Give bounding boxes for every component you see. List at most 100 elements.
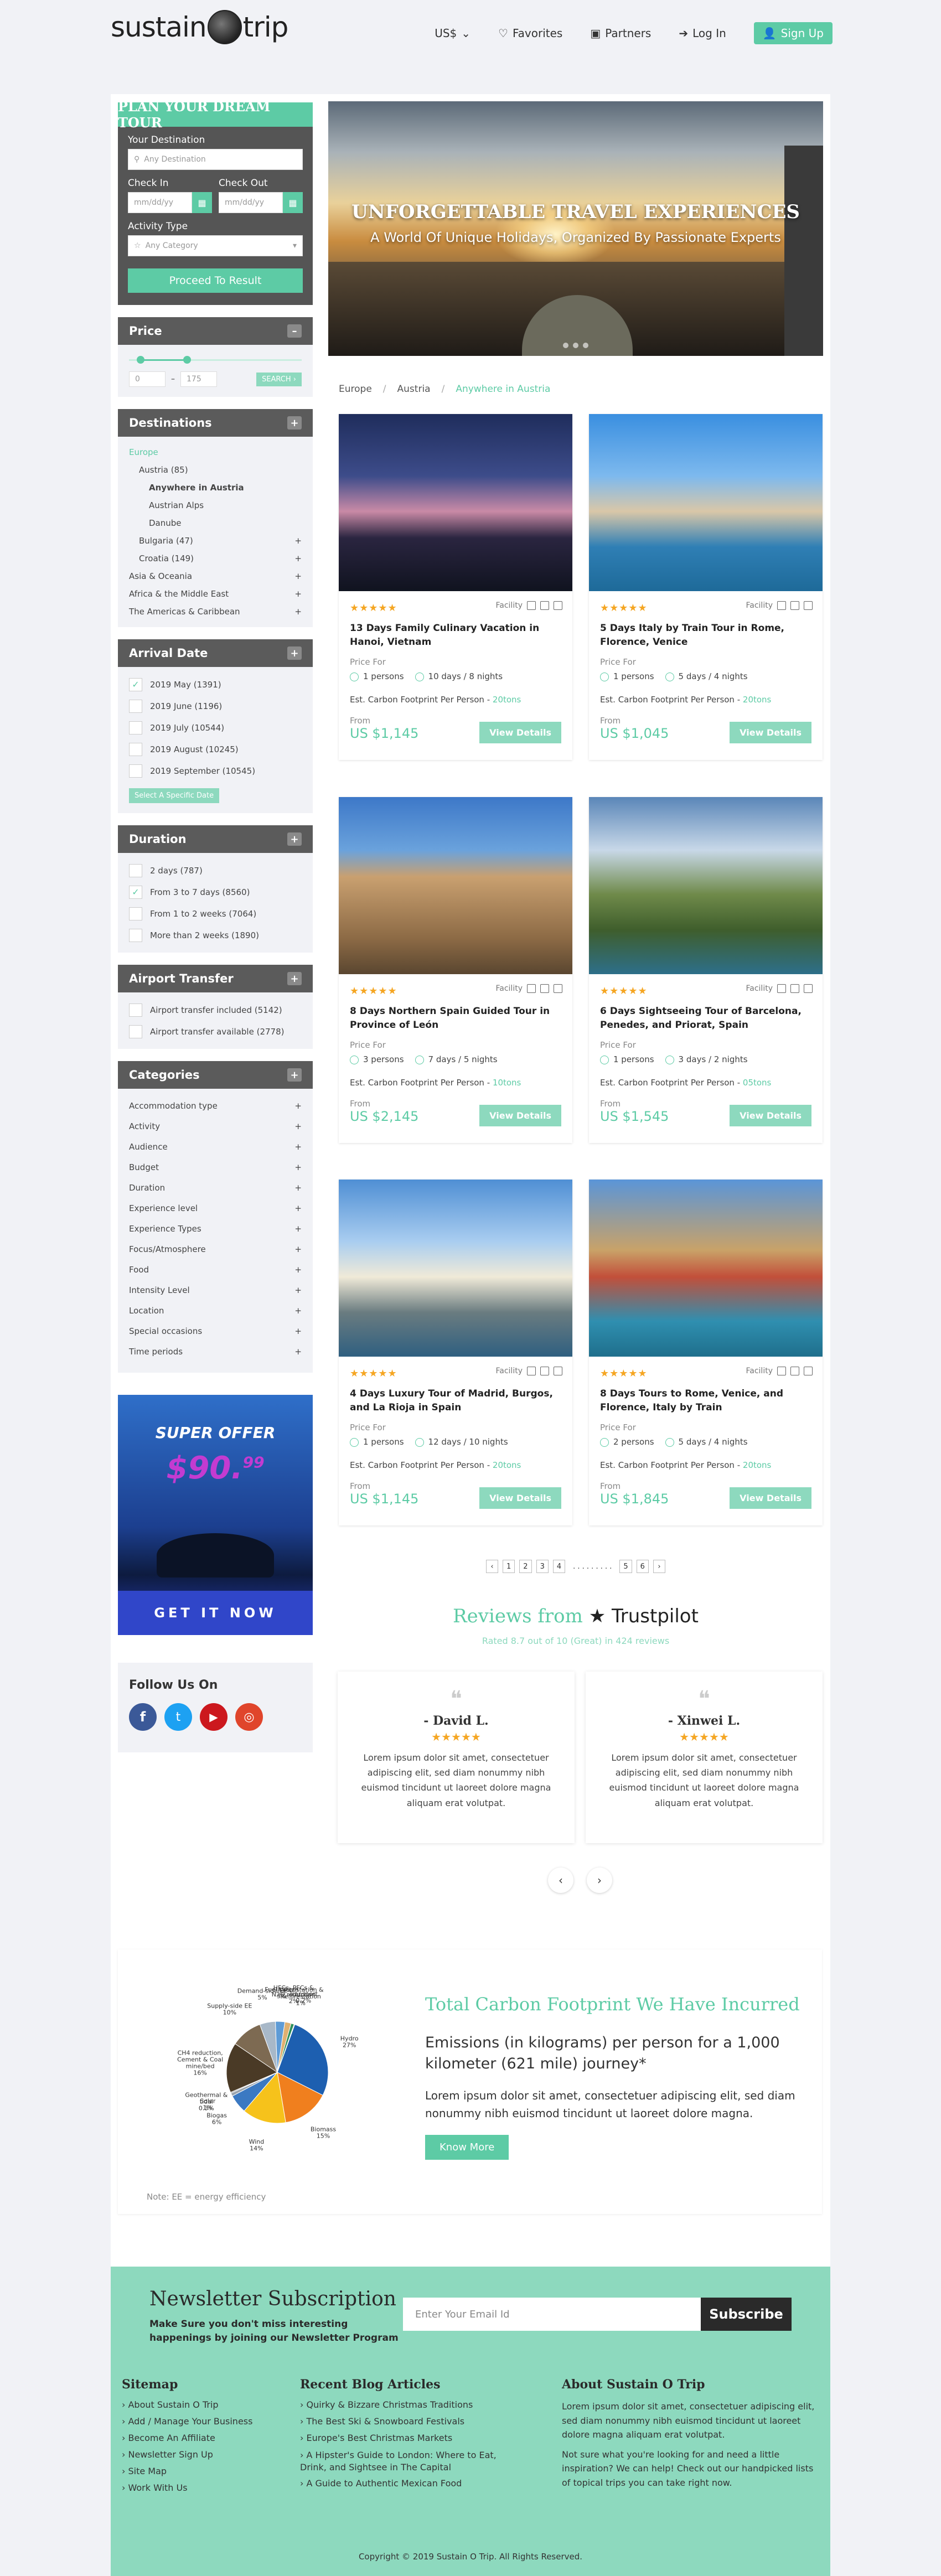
checkbox-item[interactable]: More than 2 weeks (1890) [129,924,302,946]
checkbox-item[interactable]: Airport transfer available (2778) [129,1021,302,1042]
tour-title[interactable]: 6 Days Sightseeing Tour of Barcelona, Pe… [600,1005,811,1033]
category-item[interactable]: Audience + [129,1136,302,1157]
expand-icon[interactable]: + [287,832,302,846]
tour-card[interactable]: Facility ★★★★★ 8 Days Northern Spain Guide… [339,797,572,1143]
checkout-input[interactable]: mm/dd/yy [219,192,283,213]
category-item[interactable]: Intensity Level + [129,1280,302,1300]
know-more-button[interactable]: Know More [425,2135,509,2160]
page-link[interactable]: › [653,1560,665,1573]
review-prev-button[interactable]: ‹ [548,1868,573,1893]
plus-icon[interactable]: + [294,1203,302,1213]
category-item[interactable]: Duration + [129,1177,302,1198]
checkbox[interactable] [129,1003,142,1017]
expand-icon[interactable]: + [287,1068,302,1082]
view-details-button[interactable]: View Details [730,722,811,743]
sitemap-link[interactable]: Site Map [122,2466,288,2482]
tour-card[interactable]: Facility ★★★★★ 4 Days Luxury Tour of Madri… [339,1180,572,1525]
tour-image[interactable] [339,797,572,974]
activity-select[interactable]: ☆ Any Category ▾ [128,235,303,256]
category-item[interactable]: Location + [129,1300,302,1321]
destination-item[interactable]: Europe [129,443,302,461]
youtube-icon[interactable]: ▶ [200,1703,228,1731]
category-item[interactable]: Special occasions + [129,1321,302,1341]
price-min-input[interactable]: 0 [129,371,166,387]
category-item[interactable]: Accommodation type + [129,1095,302,1116]
price-search-button[interactable]: SEARCH › [256,372,302,386]
super-offer-banner[interactable]: SUPER OFFER $90.99 GET IT NOW [118,1395,313,1635]
plus-icon[interactable]: + [294,536,302,546]
view-details-button[interactable]: View Details [730,1105,811,1126]
destination-item[interactable]: Anywhere in Austria [129,479,302,496]
destination-input[interactable]: ⚲ Any Destination [128,149,303,170]
checkbox-item[interactable]: ✓ From 3 to 7 days (8560) [129,881,302,903]
collapse-icon[interactable]: – [287,324,302,338]
plus-icon[interactable]: + [294,589,302,599]
checkbox-item[interactable]: ✓ 2019 May (1391) [129,674,302,695]
signup-button[interactable]: 👤 Sign Up [753,22,833,44]
favorites-link[interactable]: ♡ Favorites [498,27,562,40]
checkbox[interactable] [129,764,142,778]
destination-item[interactable]: Croatia (149) + [129,550,302,567]
page-link[interactable]: 1 [503,1560,515,1573]
plus-icon[interactable]: + [294,607,302,617]
plus-icon[interactable]: + [294,1326,302,1336]
checkbox[interactable] [129,699,142,713]
page-link[interactable]: 3 [536,1560,549,1573]
offer-cta[interactable]: GET IT NOW [118,1591,313,1635]
destination-item[interactable]: Danube [129,514,302,532]
plus-icon[interactable]: + [294,1142,302,1152]
blog-link[interactable]: The Best Ski & Snowboard Festivals [300,2416,521,2433]
view-details-button[interactable]: View Details [730,1487,811,1509]
logo[interactable]: sustain trip [111,9,288,61]
page-link[interactable]: 4 [552,1560,566,1573]
calendar-icon[interactable]: ▦ [192,192,212,213]
destination-item[interactable]: Africa & the Middle East + [129,585,302,603]
carousel-dot[interactable] [563,343,568,348]
plus-icon[interactable]: + [294,1265,302,1275]
calendar-icon[interactable]: ▦ [283,192,303,213]
checkbox[interactable]: ✓ [129,677,142,691]
checkbox[interactable]: ✓ [129,885,142,899]
checkbox-item[interactable]: From 1 to 2 weeks (7064) [129,903,302,924]
tour-title[interactable]: 8 Days Tours to Rome, Venice, and Floren… [600,1387,811,1416]
checkbox-item[interactable]: 2019 August (10245) [129,738,302,760]
checkbox-item[interactable]: 2019 July (10544) [129,717,302,738]
checkbox[interactable] [129,742,142,756]
destination-item[interactable]: Bulgaria (47) + [129,532,302,550]
subscribe-button[interactable]: Subscribe [701,2298,792,2331]
expand-icon[interactable]: + [287,416,302,430]
facebook-icon[interactable]: f [129,1703,157,1731]
page-link[interactable]: ‹ [486,1560,498,1573]
plus-icon[interactable]: + [294,1285,302,1295]
checkbox[interactable] [129,928,142,942]
tour-image[interactable] [589,414,823,591]
partners-link[interactable]: ▣ Partners [590,27,651,40]
tour-title[interactable]: 5 Days Italy by Train Tour in Rome, Flor… [600,622,811,650]
plus-icon[interactable]: + [294,554,302,563]
blog-link[interactable]: Quirky & Bizzare Christmas Traditions [300,2399,521,2416]
carousel-dot[interactable] [583,343,588,348]
checkbox[interactable] [129,907,142,920]
tour-card[interactable]: Facility ★★★★★ 5 Days Italy by Train Tour … [589,414,823,760]
tour-image[interactable] [589,797,823,974]
checkbox[interactable] [129,721,142,734]
expand-icon[interactable]: + [287,646,302,660]
tour-image[interactable] [339,414,572,591]
carousel-dot[interactable] [573,343,578,348]
tour-title[interactable]: 8 Days Northern Spain Guided Tour in Pro… [350,1005,561,1033]
sitemap-link[interactable]: Newsletter Sign Up [122,2449,288,2466]
destination-item[interactable]: Asia & Oceania + [129,567,302,585]
blog-link[interactable]: A Guide to Authentic Mexican Food [300,2478,521,2495]
instagram-icon[interactable]: ◎ [235,1703,263,1731]
checkbox-item[interactable]: 2019 June (1196) [129,695,302,717]
twitter-icon[interactable]: t [164,1703,192,1731]
plus-icon[interactable]: + [294,1306,302,1316]
category-item[interactable]: Activity + [129,1116,302,1136]
checkbox[interactable] [129,863,142,877]
newsletter-email-input[interactable]: Enter Your Email Id [403,2298,702,2331]
destination-item[interactable]: Austrian Alps [129,496,302,514]
tour-image[interactable] [589,1180,823,1357]
category-item[interactable]: Focus/Atmosphere + [129,1239,302,1259]
proceed-button[interactable]: Proceed To Result [128,268,303,293]
sitemap-link[interactable]: Add / Manage Your Business [122,2416,288,2433]
